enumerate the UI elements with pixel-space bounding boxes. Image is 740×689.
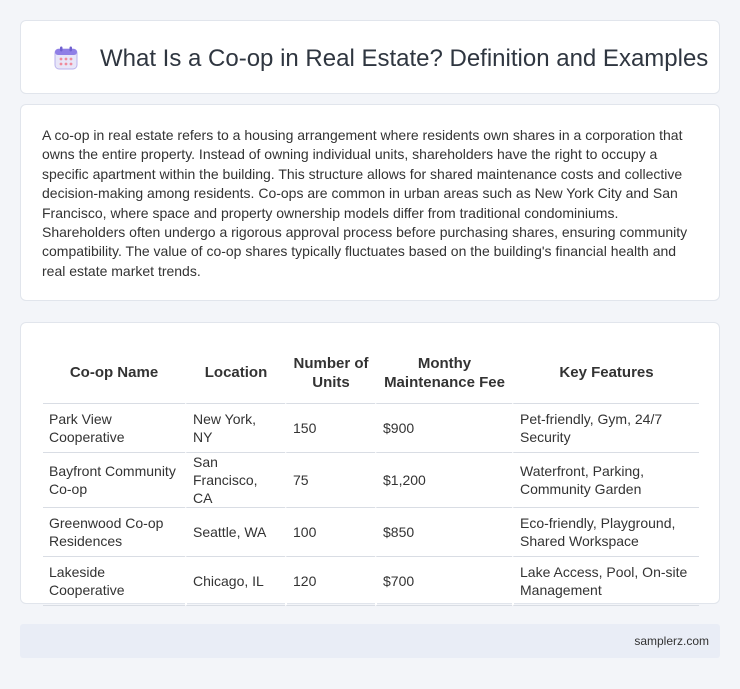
cell-location: Seattle, WA <box>185 508 285 557</box>
cell-coop-name: Lakeside Cooperative <box>43 557 185 606</box>
cell-features: Lake Access, Pool, On-site Management <box>512 557 699 606</box>
cell-fee: $1,200 <box>375 453 512 508</box>
calendar-icon <box>53 45 79 71</box>
page-title: What Is a Co-op in Real Estate? Definiti… <box>100 45 709 72</box>
cell-fee: $700 <box>375 557 512 606</box>
footer-site-link[interactable]: samplerz.com <box>634 634 709 648</box>
cell-fee: $850 <box>375 508 512 557</box>
cell-location: San Francisco, CA <box>185 453 285 508</box>
cell-coop-name: Park View Cooperative <box>43 404 185 453</box>
cell-units: 150 <box>285 404 375 453</box>
cell-units: 100 <box>285 508 375 557</box>
header-key-features: Key Features <box>512 342 699 404</box>
header-card: What Is a Co-op in Real Estate? Definiti… <box>20 20 720 94</box>
table-card: Co-op Name Location Number of Units Mont… <box>20 322 720 606</box>
intro-card: A co-op in real estate refers to a housi… <box>20 104 720 301</box>
table-row: Lakeside Cooperative Chicago, IL 120 $70… <box>43 557 699 606</box>
cell-units: 75 <box>285 453 375 508</box>
cell-units: 120 <box>285 557 375 606</box>
header-location: Location <box>185 342 285 404</box>
cell-features: Pet-friendly, Gym, 24/7 Security <box>512 404 699 453</box>
table-header-row: Co-op Name Location Number of Units Mont… <box>43 342 699 404</box>
header-monthly-fee: Monthy Maintenance Fee <box>375 342 512 404</box>
intro-paragraph: A co-op in real estate refers to a housi… <box>42 127 688 279</box>
cell-location: New York, NY <box>185 404 285 453</box>
table-row: Park View Cooperative New York, NY 150 $… <box>43 404 699 453</box>
cell-coop-name: Greenwood Co-op Residences <box>43 508 185 557</box>
table-row: Bayfront Community Co-op San Francisco, … <box>43 453 699 508</box>
cell-coop-name: Bayfront Community Co-op <box>43 453 185 508</box>
footer-bar: samplerz.com <box>20 624 720 658</box>
cell-fee: $900 <box>375 404 512 453</box>
header-number-of-units: Number of Units <box>285 342 375 404</box>
cell-features: Eco-friendly, Playground, Shared Workspa… <box>512 508 699 557</box>
table-row: Greenwood Co-op Residences Seattle, WA 1… <box>43 508 699 557</box>
cell-location: Chicago, IL <box>185 557 285 606</box>
coop-table: Co-op Name Location Number of Units Mont… <box>43 342 699 606</box>
header-coop-name: Co-op Name <box>43 342 185 404</box>
cell-features: Waterfront, Parking, Community Garden <box>512 453 699 508</box>
